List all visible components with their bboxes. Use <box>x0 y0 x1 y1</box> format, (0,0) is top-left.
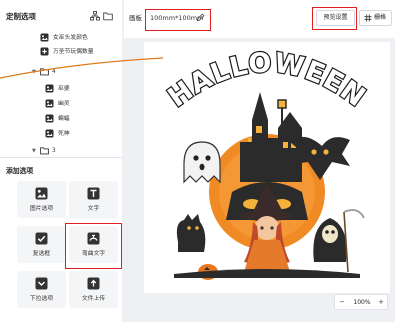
divider <box>0 157 122 158</box>
image-layer-icon <box>45 129 54 138</box>
preview-settings-button[interactable]: 预览设置 <box>316 10 355 26</box>
image-layer-icon <box>45 99 54 108</box>
file-upload-icon <box>87 277 100 290</box>
caret-down-icon[interactable]: ▼ <box>32 146 36 156</box>
tree-item[interactable]: 幽灵 <box>0 97 122 111</box>
add-options-title: 添加选项 <box>6 167 34 175</box>
curved-text-option-button[interactable]: 弯曲文字 <box>69 226 118 263</box>
tree-item-label: 幽灵 <box>58 101 70 107</box>
tile-label: 图片选项 <box>29 206 54 212</box>
image-option-icon <box>35 187 48 200</box>
tree-item-label: 巫婆 <box>58 86 70 92</box>
tree-item[interactable]: 死神 <box>0 127 122 141</box>
checkbox-icon <box>35 232 48 245</box>
image-layer-icon <box>45 114 54 123</box>
zoom-level: 100% <box>353 299 371 306</box>
tile-label: 文字 <box>87 206 100 212</box>
annotation-curve <box>0 57 164 79</box>
folder-icon[interactable] <box>103 11 113 21</box>
tree-item[interactable]: 蝙蝠 <box>0 112 122 126</box>
tree-item-label: 蝙蝠 <box>58 116 70 122</box>
zoom-control: − 100% + <box>334 294 388 310</box>
artboard-label: 画板 <box>129 14 142 22</box>
tree-group[interactable]: ▼ 3 <box>0 144 122 158</box>
hierarchy-icon[interactable] <box>90 11 100 21</box>
tile-label: 下拉选项 <box>29 296 54 302</box>
panel-title: 定制选项 <box>6 12 36 21</box>
text-option-button[interactable]: 文字 <box>69 181 118 218</box>
zoom-out-button[interactable]: − <box>337 297 347 307</box>
tree-item-label: 死神 <box>58 131 70 137</box>
grid-icon <box>364 14 372 22</box>
tile-label: 弯曲文字 <box>81 251 106 257</box>
curved-text-icon <box>87 232 100 245</box>
edit-icon[interactable] <box>196 13 205 22</box>
tree-group-label: 3 <box>52 148 56 154</box>
halloween-illustration: HALLOWEEN <box>161 46 372 280</box>
image-layer-icon <box>45 84 54 93</box>
dropdown-icon <box>35 277 48 290</box>
top-toolbar: 画板 100mm*100mm 预览设置 栅格 <box>124 0 395 38</box>
image-option-button[interactable]: 图片选项 <box>17 181 66 218</box>
text-option-icon <box>87 187 100 200</box>
halloween-title-text: HALLOWEEN <box>163 48 372 114</box>
grid-button[interactable]: 栅格 <box>359 10 392 26</box>
checkbox-option-button[interactable]: 复选框 <box>17 226 66 263</box>
tile-label: 复选框 <box>32 251 51 257</box>
canvas-artboard[interactable]: HALLOWEEN <box>144 42 390 293</box>
zoom-in-button[interactable]: + <box>376 297 386 307</box>
file-upload-option-button[interactable]: 文件上传 <box>69 271 118 308</box>
grid-label: 栅格 <box>374 14 387 21</box>
folder-icon <box>40 146 49 155</box>
dropdown-option-button[interactable]: 下拉选项 <box>17 271 66 308</box>
tile-label: 文件上传 <box>81 296 106 302</box>
tree-item[interactable]: 巫婆 <box>0 82 122 96</box>
